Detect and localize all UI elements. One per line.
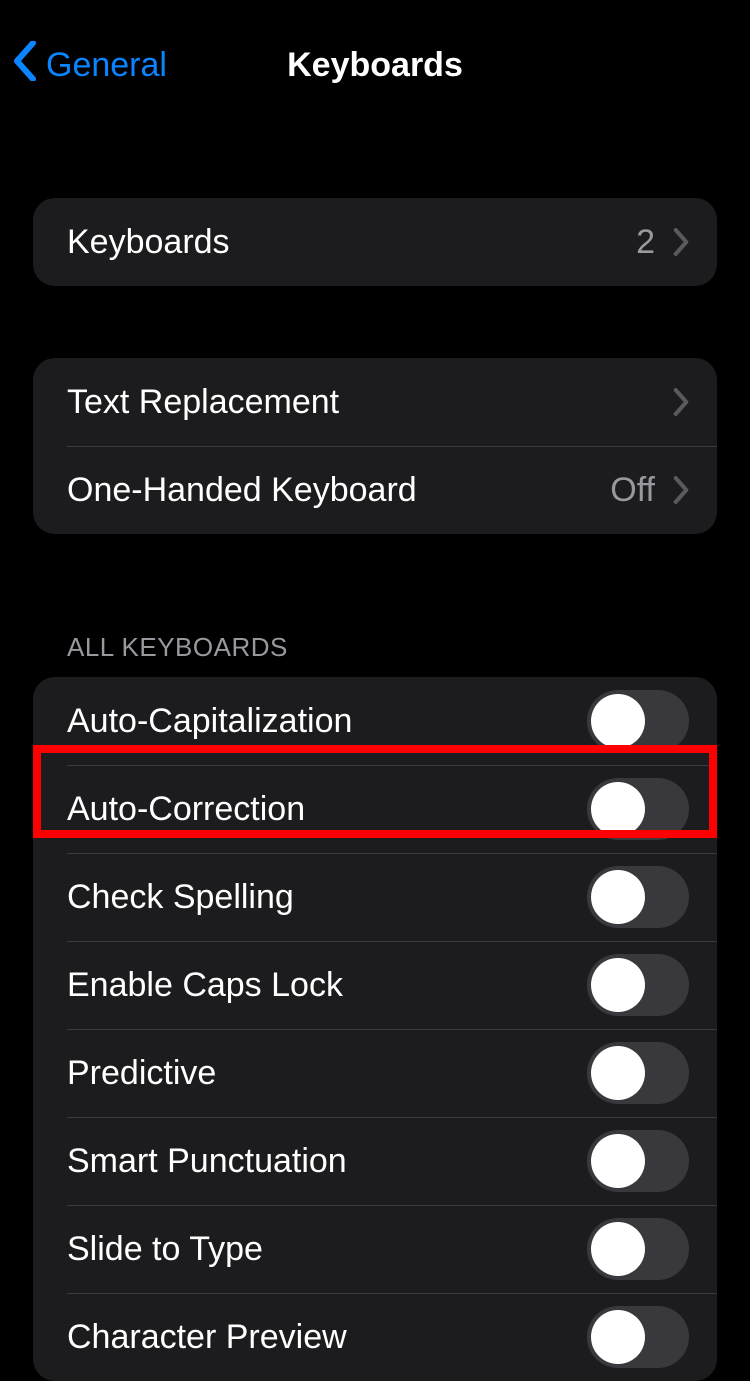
group-keyboards: Keyboards 2 [33, 198, 717, 286]
slide-to-type-row: Slide to Type [33, 1205, 717, 1293]
check-spelling-toggle[interactable] [587, 866, 689, 928]
chevron-right-icon [673, 388, 689, 416]
group-text-options: Text Replacement One-Handed Keyboard Off [33, 358, 717, 534]
page-title: Keyboards [287, 46, 463, 85]
check-spelling-label: Check Spelling [67, 878, 587, 917]
text-replacement-label: Text Replacement [67, 383, 673, 422]
nav-bar: General Keyboards [0, 0, 750, 130]
back-label: General [46, 46, 167, 85]
keyboards-row[interactable]: Keyboards 2 [33, 198, 717, 286]
character-preview-toggle[interactable] [587, 1306, 689, 1368]
slide-to-type-toggle[interactable] [587, 1218, 689, 1280]
smart-punctuation-toggle[interactable] [587, 1130, 689, 1192]
predictive-row: Predictive [33, 1029, 717, 1117]
auto-capitalization-label: Auto-Capitalization [67, 702, 587, 741]
one-handed-value: Off [610, 471, 655, 510]
character-preview-label: Character Preview [67, 1318, 587, 1357]
slide-to-type-label: Slide to Type [67, 1230, 587, 1269]
keyboards-label: Keyboards [67, 223, 636, 262]
auto-correction-toggle[interactable] [587, 778, 689, 840]
enable-caps-lock-label: Enable Caps Lock [67, 966, 587, 1005]
group-all-keyboards: Auto-Capitalization Auto-Correction Chec… [33, 677, 717, 1381]
chevron-left-icon [12, 41, 46, 90]
enable-caps-lock-toggle[interactable] [587, 954, 689, 1016]
auto-correction-label: Auto-Correction [67, 790, 587, 829]
one-handed-label: One-Handed Keyboard [67, 471, 610, 510]
predictive-label: Predictive [67, 1054, 587, 1093]
auto-capitalization-toggle[interactable] [587, 690, 689, 752]
auto-correction-row: Auto-Correction [33, 765, 717, 853]
chevron-right-icon [673, 228, 689, 256]
predictive-toggle[interactable] [587, 1042, 689, 1104]
enable-caps-lock-row: Enable Caps Lock [33, 941, 717, 1029]
check-spelling-row: Check Spelling [33, 853, 717, 941]
section-header-all-keyboards: ALL KEYBOARDS [33, 632, 717, 677]
one-handed-row[interactable]: One-Handed Keyboard Off [33, 446, 717, 534]
back-button[interactable]: General [12, 0, 167, 130]
smart-punctuation-label: Smart Punctuation [67, 1142, 587, 1181]
auto-capitalization-row: Auto-Capitalization [33, 677, 717, 765]
text-replacement-row[interactable]: Text Replacement [33, 358, 717, 446]
smart-punctuation-row: Smart Punctuation [33, 1117, 717, 1205]
chevron-right-icon [673, 476, 689, 504]
character-preview-row: Character Preview [33, 1293, 717, 1381]
keyboards-count: 2 [636, 223, 655, 262]
